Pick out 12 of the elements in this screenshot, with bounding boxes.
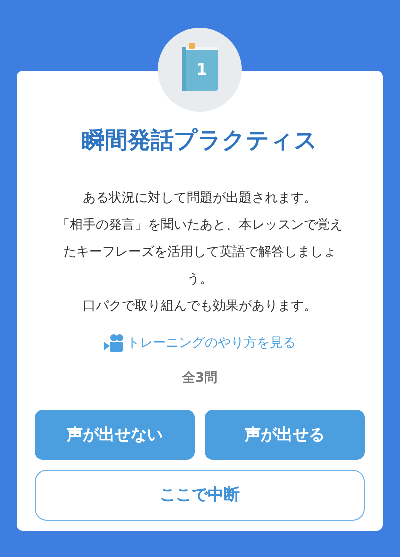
- book-number: 1: [195, 60, 209, 80]
- book-icon: [180, 43, 220, 91]
- video-link[interactable]: トレーニングのやり方を見る: [104, 334, 296, 353]
- answer-button[interactable]: ここで中断: [35, 470, 365, 520]
- description: 口パクで取り組んでも効果があります。: [83, 298, 317, 316]
- description: 「相手の発言」を聞いたあと、本レッスンで覚えたキーフレーズを活用して英語で解答しましょう。: [56, 216, 344, 288]
- video-camera-icon: [104, 334, 124, 352]
- title: 瞬間発話プラクティス: [82, 127, 318, 156]
- answer-button[interactable]: 声が出せる: [205, 410, 365, 460]
- description: ある状況に対して問題が出題されます。: [83, 190, 317, 208]
- answer-button[interactable]: 声が出せない: [35, 410, 195, 460]
- question-count: 全3問: [182, 370, 218, 388]
